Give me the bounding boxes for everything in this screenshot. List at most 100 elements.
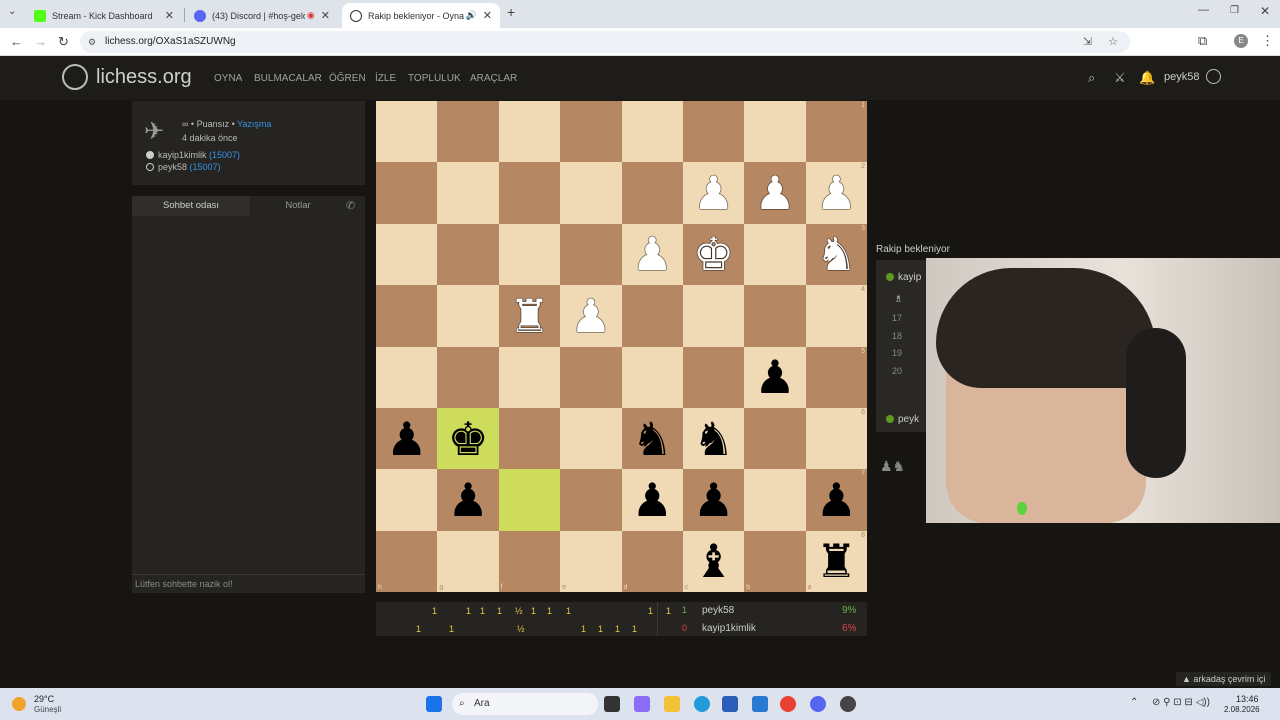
bell-icon[interactable]: 🔔 [1139, 70, 1155, 86]
site-info-icon[interactable]: ⚙ [88, 31, 96, 53]
tab-kick[interactable]: Stream - Kick Dashboard ✕ [26, 3, 182, 28]
tab-list-icon[interactable]: ⌄ [8, 6, 16, 17]
chat-input[interactable]: Lütfen sohbette nazik ol! [132, 574, 365, 593]
crosstable-player[interactable]: kayip1kimlik [702, 623, 756, 634]
nav-learn[interactable]: ÖĞREN [329, 73, 366, 84]
outlook-icon[interactable] [752, 696, 768, 712]
board-square[interactable]: 5 [805, 346, 867, 408]
board-square[interactable] [560, 101, 622, 163]
analysis-icon[interactable]: ♗ [894, 294, 903, 305]
explorer-icon[interactable] [664, 696, 680, 712]
chrome-icon[interactable] [780, 696, 796, 712]
copilot-icon[interactable] [634, 696, 650, 712]
audio-icon[interactable]: 🔊 [466, 10, 477, 21]
tab-chat-room[interactable]: Sohbet odası [132, 196, 250, 216]
board-square[interactable]: g [437, 530, 499, 592]
close-window-icon[interactable]: ✕ [1260, 4, 1270, 18]
board-square[interactable] [560, 407, 622, 470]
chess-piece[interactable]: ♜ [509, 293, 550, 339]
board-square[interactable] [744, 101, 806, 163]
crosstable-score[interactable]: 1 [581, 624, 586, 634]
close-tab-icon[interactable]: ✕ [165, 9, 174, 22]
board-square[interactable]: 6 [805, 407, 867, 470]
board-square[interactable]: 4 [805, 285, 867, 347]
chess-piece[interactable]: ♚ [447, 416, 488, 462]
board-square[interactable]: ♟ [682, 469, 745, 531]
board-square[interactable]: ♝ c [682, 530, 745, 592]
crosstable-score[interactable]: 1 [466, 606, 471, 616]
chess-piece[interactable]: ♞ [816, 231, 857, 277]
board-square[interactable]: ♟ [621, 469, 683, 531]
board-square[interactable] [621, 162, 683, 224]
board-square[interactable]: e [560, 530, 622, 592]
board-square[interactable]: ♚ [682, 223, 745, 286]
crosstable-score[interactable]: 1 [648, 606, 653, 616]
board-square[interactable] [744, 285, 806, 347]
forward-icon[interactable]: → [34, 34, 47, 49]
crosstable-score[interactable]: 1 [632, 624, 637, 634]
board-square[interactable] [437, 162, 499, 224]
lichess-logo[interactable]: lichess.org [62, 64, 192, 90]
board-square[interactable]: ♞ 3 [805, 223, 867, 286]
crosstable-score[interactable]: 1 [480, 606, 485, 616]
board-square[interactable] [682, 346, 745, 408]
weather-icon[interactable] [12, 697, 26, 711]
board-square[interactable] [560, 162, 622, 224]
board-square[interactable] [498, 407, 561, 470]
friends-online-button[interactable]: ▲ arkadaş çevrim içi [1176, 672, 1272, 686]
challenge-icon[interactable]: ⚔ [1114, 70, 1126, 86]
crosstable-score[interactable]: 1 [497, 606, 502, 616]
tray-chevron-icon[interactable]: ⌃ [1130, 697, 1138, 708]
nav-puzzles[interactable]: BULMACALAR [254, 73, 322, 84]
new-tab-button[interactable]: + [507, 4, 515, 20]
crosstable-score[interactable]: ½ [515, 606, 523, 616]
chess-piece[interactable]: ♟ [632, 477, 673, 523]
board-square[interactable] [560, 346, 622, 408]
board-square[interactable]: ♚ [437, 407, 499, 470]
user-avatar-icon[interactable] [1206, 69, 1221, 84]
chess-piece[interactable]: ♚ [693, 231, 734, 277]
crosstable-score[interactable]: 1 [615, 624, 620, 634]
crosstable-score[interactable]: 1 [598, 624, 603, 634]
board-square[interactable] [437, 285, 499, 347]
chess-piece[interactable]: ♜ [816, 538, 857, 584]
chess-piece[interactable]: ♟ [693, 170, 734, 216]
board-square[interactable] [376, 469, 438, 531]
board-square[interactable]: ♟ [560, 285, 622, 347]
board-square[interactable]: ♟ [744, 162, 806, 224]
board-square[interactable] [376, 346, 438, 408]
crosstable-score[interactable]: 1 [416, 624, 421, 634]
board-square[interactable]: h [376, 530, 438, 592]
crosstable-score[interactable]: 1 [666, 606, 671, 616]
board-square[interactable]: b [744, 530, 806, 592]
tray-icons[interactable]: ⊘ ⚲ ⊡ ⊟ ◁)) [1152, 697, 1210, 708]
nav-play[interactable]: OYNA [214, 73, 242, 84]
board-square[interactable]: ♜ 8 a [805, 530, 867, 592]
board-square[interactable] [744, 469, 806, 531]
board-square[interactable] [744, 223, 806, 286]
taskbar-search[interactable]: ⌕ Ara [452, 693, 598, 715]
chess-board[interactable]: 1 ♟ ♟ ♟ 2 ♟ ♚ ♞ 3 ♜ ♟ 4 ♟ 5 ♟ ♚ ♞ ♞ 6 ♟ ♟ ♟ ♟ 7 h g f e d ♝ c b ♜ 8 a [376, 101, 867, 592]
back-icon[interactable]: ← [10, 34, 23, 49]
search-icon[interactable]: ⌕ [1088, 70, 1095, 86]
username-link[interactable]: peyk58 [1164, 71, 1199, 83]
board-square[interactable]: ♟ [437, 469, 499, 531]
nav-watch[interactable]: İZLE [375, 73, 396, 84]
board-square[interactable] [437, 101, 499, 163]
chess-piece[interactable]: ♞ [632, 416, 673, 462]
board-square[interactable] [376, 285, 438, 347]
obs-icon[interactable] [840, 696, 856, 712]
player-black[interactable]: peyk58 (15007) [146, 162, 221, 172]
board-square[interactable] [498, 101, 561, 163]
reload-icon[interactable]: ↻ [58, 34, 69, 50]
store-icon[interactable] [722, 696, 738, 712]
board-square[interactable]: ♞ [621, 407, 683, 470]
crosstable-score[interactable]: 1 [547, 606, 552, 616]
board-square[interactable] [560, 469, 622, 531]
extensions-icon[interactable]: ⧉ [1198, 33, 1207, 49]
chess-piece[interactable]: ♟ [570, 293, 611, 339]
board-square[interactable]: ♟ [621, 223, 683, 286]
board-square[interactable] [682, 285, 745, 347]
board-square[interactable]: ♜ [498, 285, 561, 347]
board-square[interactable]: ♟ 7 [805, 469, 867, 531]
